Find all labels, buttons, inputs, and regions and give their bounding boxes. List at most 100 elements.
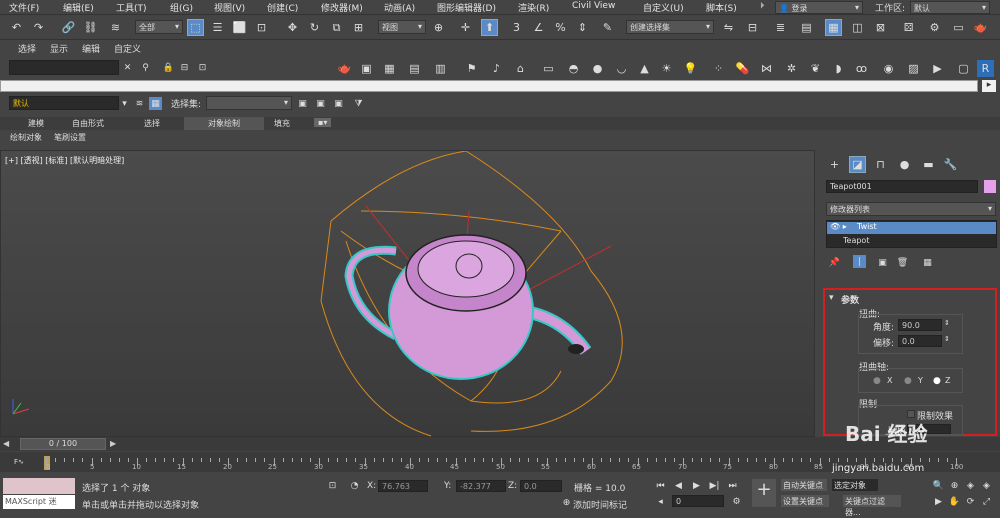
bias-field[interactable]: 0.0	[898, 335, 942, 347]
next-frame-icon[interactable]: ▶	[110, 439, 122, 449]
hierarchy-tab-icon[interactable]: ⊓	[872, 156, 889, 173]
unlink-icon[interactable]: ⛓	[82, 19, 99, 36]
subtab-selection[interactable]: 选择	[144, 118, 160, 129]
remove-modifier-icon[interactable]: 🗑	[896, 256, 909, 269]
hemisphere-icon[interactable]: ◓	[565, 60, 582, 77]
add-selset-icon[interactable]: ▣	[332, 97, 345, 110]
menu-create[interactable]: 创建(C)	[267, 1, 298, 14]
time-config-icon[interactable]: ⚙	[730, 495, 743, 508]
subtab-brush-settings[interactable]: 笔刷设置	[54, 132, 86, 143]
stack-item-twist[interactable]: Twist	[827, 222, 996, 234]
modifier-list-dropdown[interactable]: 修改器列表 ▾	[826, 202, 996, 216]
layers-icon[interactable]: ≋	[133, 97, 146, 110]
limit-effect-checkbox[interactable]	[907, 410, 915, 418]
z-coord-field[interactable]: 0.0	[520, 480, 562, 492]
scale-icon[interactable]: ⧉	[328, 19, 345, 36]
object-name-field[interactable]: Teapot001	[826, 180, 978, 193]
sun-icon[interactable]: ☀	[658, 60, 675, 77]
select-by-name-icon[interactable]: ☰	[209, 19, 226, 36]
ribbon-tab-select[interactable]: 选择	[18, 42, 36, 55]
video-icon[interactable]: ▶	[929, 60, 946, 77]
ref-coord-dropdown[interactable]: 视图 ▾	[378, 20, 426, 34]
pan-icon[interactable]: ✋	[948, 495, 961, 508]
menu-group[interactable]: 组(G)	[170, 1, 193, 14]
filter-icon[interactable]: ⚲	[139, 61, 152, 74]
maxscript-mini-listener[interactable]: MAXScript 迷	[3, 495, 75, 509]
remove-selset-icon[interactable]: ▣	[314, 97, 327, 110]
zoom-icon[interactable]: 🔍	[932, 479, 945, 492]
show-end-result-icon[interactable]: |	[853, 255, 866, 268]
network-icon[interactable]: ⋈	[758, 60, 775, 77]
align-icon[interactable]: ⊟	[744, 19, 761, 36]
create-tab-icon[interactable]: +	[826, 156, 843, 173]
rc-icon[interactable]: R	[977, 60, 994, 77]
ribbon-tab-edit[interactable]: 编辑	[82, 42, 100, 55]
window-crossing-icon[interactable]: ⊡	[253, 19, 270, 36]
auto-key-button[interactable]: 自动关键点	[781, 479, 827, 491]
go-start-icon[interactable]: ⏮	[654, 479, 667, 492]
bias-spinner[interactable]: ⇕	[944, 335, 950, 343]
clear-icon[interactable]: ✕	[121, 61, 134, 74]
rollout-title[interactable]: 参数	[841, 293, 859, 306]
angle-field[interactable]: 90.0	[898, 319, 942, 331]
teapot-create-icon[interactable]: 🫖	[336, 60, 353, 77]
ribbon-tab-display[interactable]: 显示	[50, 42, 68, 55]
bind-spacewarp-icon[interactable]: ≋	[107, 19, 124, 36]
eye-icon[interactable]: 👁 ▸	[830, 222, 847, 231]
go-end-icon[interactable]: ⏭	[726, 479, 739, 492]
perspective-viewport[interactable]: [+] [透视] [标准] [默认明暗处理]	[0, 150, 815, 437]
toggle-ribbon-icon[interactable]: ▦	[825, 19, 842, 36]
sphere-icon[interactable]: ●	[589, 60, 606, 77]
table-icon[interactable]: ▤	[406, 60, 423, 77]
layer-toolbar-icon[interactable]: ▦	[149, 97, 162, 110]
spiral-icon[interactable]: ꝏ	[853, 60, 870, 77]
render-icon[interactable]: 🫖	[972, 19, 989, 36]
utilities-tab-icon[interactable]: 🔧	[942, 156, 959, 173]
mirror-icon[interactable]: ⇋	[720, 19, 737, 36]
material-editor-icon[interactable]: ⚄	[900, 19, 917, 36]
pin-stack-icon[interactable]: 📌	[828, 256, 841, 269]
y-coord-field[interactable]: -82.377	[456, 480, 506, 492]
rollout-collapse-icon[interactable]: ▾	[829, 293, 834, 303]
play-icon[interactable]: ▶	[690, 479, 703, 492]
workspace-dropdown[interactable]: 默认 ▾	[910, 1, 990, 14]
prev-frame-icon[interactable]: ◀	[3, 439, 17, 449]
undo-icon[interactable]: ↶	[8, 19, 25, 36]
camera-icon[interactable]: ⌂	[512, 60, 529, 77]
menu-file[interactable]: 文件(F)	[9, 1, 39, 14]
axis-x-radio[interactable]: ●	[873, 376, 881, 386]
menu-overflow-icon[interactable]: ⏵	[760, 1, 765, 11]
link-icon[interactable]: 🔗	[60, 19, 77, 36]
menu-modifiers[interactable]: 修改器(M)	[321, 1, 363, 14]
menu-civil-view[interactable]: Civil View	[572, 1, 615, 11]
add-time-tag[interactable]: 添加时间标记	[573, 498, 627, 511]
capsule-icon[interactable]: 💊	[734, 60, 751, 77]
particles-icon[interactable]: ⁘	[710, 60, 727, 77]
find-field[interactable]	[9, 60, 119, 75]
current-frame-field[interactable]: 0	[672, 495, 724, 507]
layer-manager-icon[interactable]: ≣	[772, 19, 789, 36]
ribbon-options-icon[interactable]: ▪▾	[314, 118, 332, 127]
snap-toggle-icon[interactable]: 3	[508, 19, 525, 36]
motion-tab-icon[interactable]: ●	[896, 156, 913, 173]
maximize-viewport-icon[interactable]: ⤢	[980, 495, 993, 508]
configure-sets-icon[interactable]: ▦	[921, 256, 934, 269]
curve-editor-icon[interactable]: ◫	[849, 19, 866, 36]
angle-snap-icon[interactable]: ∠	[530, 19, 547, 36]
axis-z-radio[interactable]: ●	[933, 376, 941, 386]
time-slider-thumb[interactable]: 0 / 100	[20, 438, 106, 450]
rendered-frame-icon[interactable]: ▭	[950, 19, 967, 36]
angle-spinner[interactable]: ⇕	[944, 319, 950, 327]
menu-edit[interactable]: 编辑(E)	[63, 1, 94, 14]
timeline-mode-icon[interactable]: F∿	[14, 458, 24, 466]
gear-bolt-icon[interactable]: ✲	[783, 60, 800, 77]
x-coord-field[interactable]: 76.763	[378, 480, 428, 492]
redo-icon[interactable]: ↷	[30, 19, 47, 36]
image-icon[interactable]: ▨	[905, 60, 922, 77]
keyboard-shortcut-icon[interactable]: ⬆	[481, 19, 498, 36]
set-key-big-icon[interactable]: +	[752, 479, 776, 507]
funnel-icon[interactable]: ⧩	[352, 97, 365, 110]
percent-snap-icon[interactable]: %	[552, 19, 569, 36]
schematic-view-icon[interactable]: ⊠	[872, 19, 889, 36]
menu-views[interactable]: 视图(V)	[214, 1, 245, 14]
